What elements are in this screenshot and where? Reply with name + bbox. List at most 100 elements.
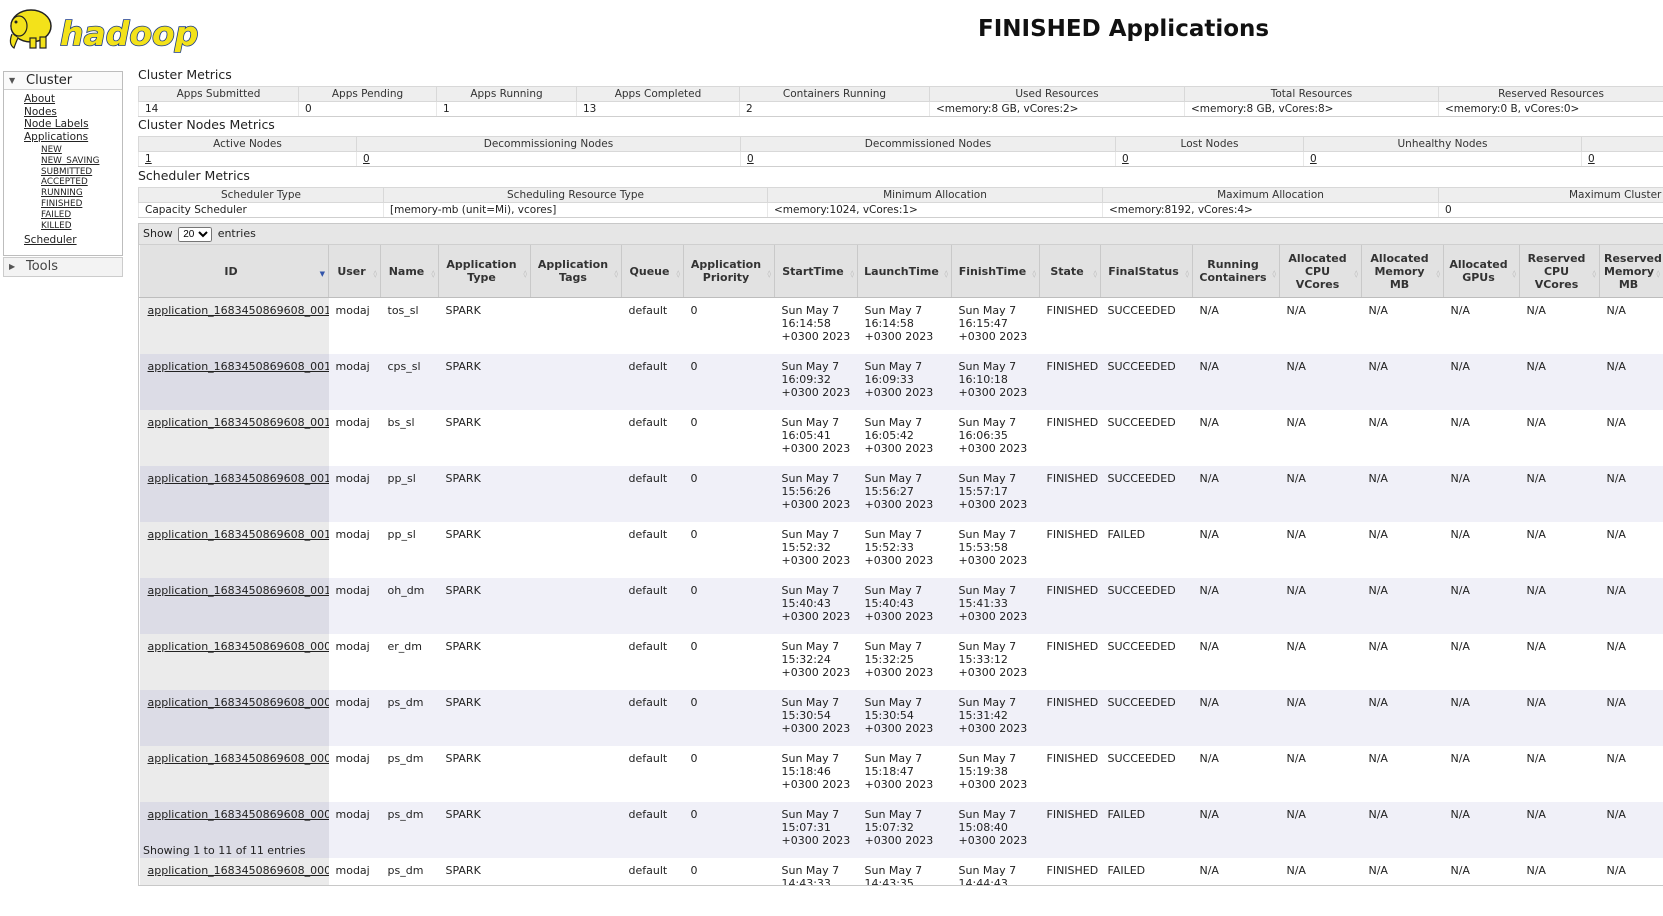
cluster-nav-header[interactable]: ▼ Cluster bbox=[4, 72, 122, 90]
cell-reserved-cpu-vcores: N/A bbox=[1519, 578, 1600, 634]
cell-application-tags bbox=[531, 522, 622, 578]
cell-allocated-gpus: N/A bbox=[1450, 640, 1470, 653]
cell-user: modaj bbox=[335, 864, 370, 877]
cell-application-priority: 0 bbox=[690, 416, 698, 429]
column-header-allocated-memory-mb[interactable]: Allocated Memory MB ◊ bbox=[1361, 245, 1444, 298]
tools-nav[interactable]: ▶ Tools bbox=[3, 257, 123, 277]
app-id-link[interactable]: application_1683450869608_0009 bbox=[148, 640, 329, 653]
column-header-application-priority[interactable]: Application Priority ◊ bbox=[683, 245, 775, 298]
cell-allocated-cpu-vcores: N/A bbox=[1286, 304, 1306, 317]
nav-link-nodes[interactable]: Nodes bbox=[24, 106, 57, 118]
scheduler-metrics-title: Scheduler Metrics bbox=[138, 168, 250, 183]
entries-label: entries bbox=[217, 227, 256, 240]
column-header-id[interactable]: ID ▼ bbox=[139, 245, 329, 298]
table-row: application_1683450869608_0013 modaj pp_sl… bbox=[139, 522, 1663, 578]
cell-name: ps_dm bbox=[380, 802, 439, 858]
nav-link-state-finished[interactable]: FINISHED bbox=[41, 199, 82, 209]
app-id-link[interactable]: application_1683450869608_0004 bbox=[148, 864, 329, 877]
nav-link-state-new[interactable]: NEW bbox=[41, 145, 62, 155]
app-id-link[interactable]: application_1683450869608_0007 bbox=[148, 752, 329, 765]
cell-state: FINISHED bbox=[1039, 802, 1101, 858]
tools-nav-header[interactable]: ▶ Tools bbox=[4, 258, 122, 275]
cell-application-priority: 0 bbox=[690, 304, 698, 317]
column-header-finishtime[interactable]: FinishTime ◊ bbox=[951, 245, 1040, 298]
cell-finalstatus: SUCCEEDED bbox=[1107, 640, 1176, 653]
lost-nodes-link[interactable]: 0 bbox=[1122, 153, 1129, 165]
cell-allocated-cpu-vcores: N/A bbox=[1286, 640, 1306, 653]
column-header-reserved-memory-mb[interactable]: Reserved Memory MB ◊ bbox=[1599, 245, 1663, 298]
unhealthy-nodes-link[interactable]: 0 bbox=[1310, 153, 1317, 165]
cell-application-type: SPARK bbox=[445, 416, 481, 429]
cell-reserved-cpu-vcores: N/A bbox=[1526, 864, 1546, 877]
column-header-running-containers[interactable]: Running Containers ◊ bbox=[1192, 245, 1280, 298]
cell-application-type: SPARK bbox=[438, 690, 531, 746]
column-header-label: Reserved CPU VCores bbox=[1527, 251, 1586, 291]
cell-running-containers: N/A bbox=[1192, 354, 1280, 410]
metric-header: Lost Nodes bbox=[1115, 136, 1304, 152]
metric-header: Used Resources bbox=[929, 86, 1185, 102]
column-header-state[interactable]: State ◊ bbox=[1039, 245, 1101, 298]
app-id-link[interactable]: application_1683450869608_0006 bbox=[148, 808, 329, 821]
column-header-label: Allocated Memory MB bbox=[1370, 251, 1429, 291]
column-header-starttime[interactable]: StartTime ◊ bbox=[774, 245, 858, 298]
column-header-name[interactable]: Name ◊ bbox=[380, 245, 439, 298]
metric-header: Apps Completed bbox=[576, 86, 740, 102]
column-header-application-tags[interactable]: Application Tags ◊ bbox=[530, 245, 622, 298]
column-header-reserved-cpu-vcores[interactable]: Reserved CPU VCores ◊ bbox=[1519, 245, 1600, 298]
app-id-link[interactable]: application_1683450869608_0013 bbox=[148, 528, 329, 541]
column-header-user[interactable]: User ◊ bbox=[328, 245, 381, 298]
column-header-launchtime[interactable]: LaunchTime ◊ bbox=[857, 245, 952, 298]
nav-link-applications[interactable]: Applications bbox=[24, 131, 88, 143]
app-id-cell: application_1683450869608_0017 bbox=[139, 297, 329, 354]
cell-application-type: SPARK bbox=[445, 304, 481, 317]
cell-reserved-memory-mb: N/A bbox=[1606, 640, 1626, 653]
column-header-label: Application Tags bbox=[537, 258, 609, 284]
cell-name: er_dm bbox=[387, 640, 423, 653]
metric-header: Reserved Resources bbox=[1438, 86, 1663, 102]
app-id-link[interactable]: application_1683450869608_0017 bbox=[148, 304, 329, 317]
nav-link-node-labels[interactable]: Node Labels bbox=[24, 118, 89, 130]
cell-launchtime: Sun May 7 15:40:43 +0300 2023 bbox=[857, 578, 952, 634]
app-id-link[interactable]: application_1683450869608_0016 bbox=[148, 360, 329, 373]
nav-link-scheduler[interactable]: Scheduler bbox=[24, 234, 77, 246]
column-header-queue[interactable]: Queue ◊ bbox=[621, 245, 684, 298]
cell-application-priority: 0 bbox=[683, 466, 775, 522]
entries-per-page-select[interactable]: 20 bbox=[178, 227, 213, 242]
app-id-link[interactable]: application_1683450869608_0014 bbox=[148, 472, 329, 485]
nav-link-state-killed[interactable]: KILLED bbox=[41, 221, 72, 231]
cell-starttime: Sun May 7 15:40:43 +0300 2023 bbox=[774, 578, 858, 634]
nav-link-state-new-saving[interactable]: NEW_SAVING bbox=[41, 156, 99, 166]
metric-header: Scheduling Resource Type bbox=[383, 187, 768, 203]
column-header-application-type[interactable]: Application Type ◊ bbox=[438, 245, 531, 298]
cell-finishtime: Sun May 7 16:15:47 +0300 2023 bbox=[958, 304, 1028, 343]
metric-value: 14 bbox=[138, 101, 299, 117]
page-title: FINISHED Applications bbox=[978, 16, 1270, 42]
cell-allocated-gpus: N/A bbox=[1443, 354, 1520, 410]
app-id-link[interactable]: application_1683450869608_0015 bbox=[148, 416, 329, 429]
table-row: application_1683450869608_0009 modaj er_dm… bbox=[139, 634, 1663, 690]
column-header-finalstatus[interactable]: FinalStatus ◊ bbox=[1100, 245, 1193, 298]
nav-link-state-failed[interactable]: FAILED bbox=[41, 210, 71, 220]
cell-application-tags bbox=[531, 298, 622, 355]
cell-user: modaj bbox=[335, 640, 370, 653]
cell-application-priority: 0 bbox=[683, 690, 775, 746]
decommissioning-nodes-link[interactable]: 0 bbox=[363, 153, 370, 165]
decommissioned-nodes-link[interactable]: 0 bbox=[747, 153, 754, 165]
nav-link-about[interactable]: About bbox=[24, 93, 55, 105]
nav-link-state-accepted[interactable]: ACCEPTED bbox=[41, 177, 88, 187]
cell-application-type: SPARK bbox=[438, 802, 531, 858]
nav-link-state-running[interactable]: RUNNING bbox=[41, 188, 83, 198]
sort-icon: ◊ bbox=[1272, 270, 1276, 278]
app-id-link[interactable]: application_1683450869608_0012 bbox=[148, 584, 329, 597]
nav-link-state-submitted[interactable]: SUBMITTED bbox=[41, 167, 92, 177]
active-nodes-link[interactable]: 1 bbox=[145, 153, 152, 165]
cell-name: oh_dm bbox=[380, 578, 439, 634]
app-id-link[interactable]: application_1683450869608_0008 bbox=[148, 696, 329, 709]
metric-value: 0 bbox=[1438, 202, 1663, 218]
column-header-allocated-gpus[interactable]: Allocated GPUs ◊ bbox=[1443, 245, 1520, 298]
sort-icon: ◊ bbox=[944, 270, 948, 278]
extra-nodes-link[interactable]: 0 bbox=[1588, 153, 1595, 165]
cell-queue: default bbox=[621, 802, 684, 858]
column-header-allocated-cpu-vcores[interactable]: Allocated CPU VCores ◊ bbox=[1279, 245, 1362, 298]
app-state-links: NEW NEW_SAVING SUBMITTED ACCEPTED RUNNIN… bbox=[41, 145, 122, 231]
